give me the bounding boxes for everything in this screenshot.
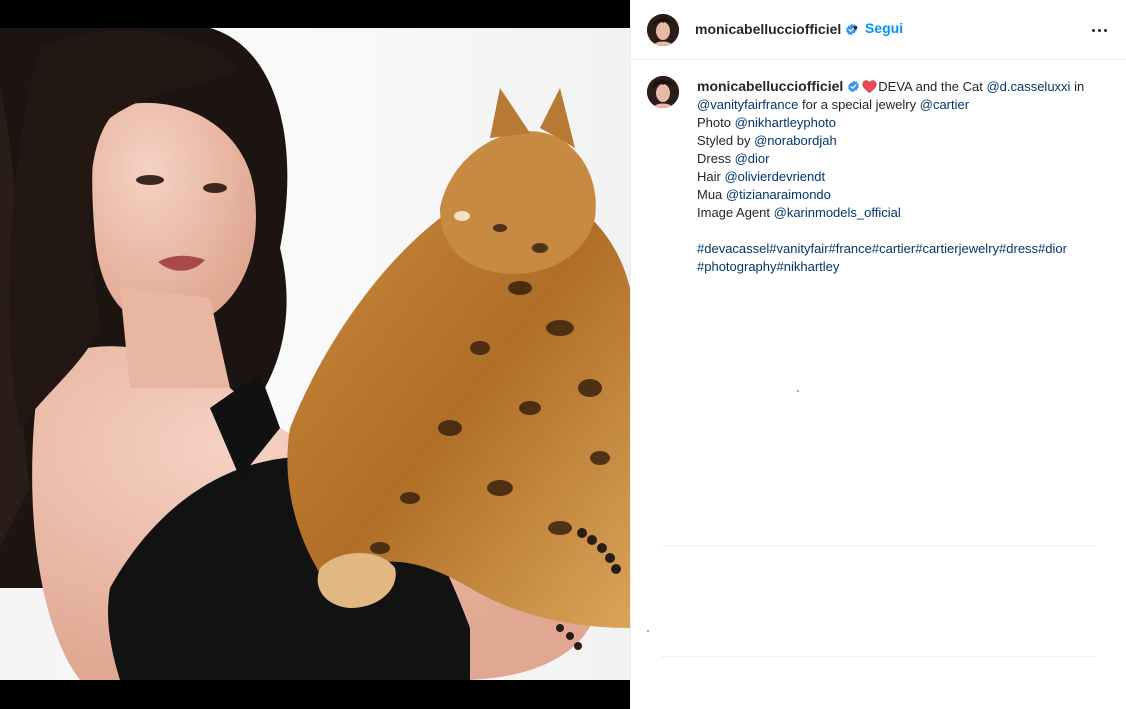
post-author-username[interactable]: monicabellucciofficiel <box>695 21 858 37</box>
caption-credit-hair: Hair @olivierdevriendt <box>697 168 1117 186</box>
post-media[interactable] <box>0 0 630 709</box>
caption-credit-mua: Mua @tizianaraimondo <box>697 186 1117 204</box>
post-photo[interactable] <box>0 28 630 680</box>
photo-illustration <box>0 28 630 680</box>
mention-link[interactable]: @karinmodels_official <box>774 205 901 220</box>
avatar-image <box>647 76 679 108</box>
credit-label: Image Agent <box>697 205 774 220</box>
caption-credit-photo: Photo @nikhartleyphoto <box>697 114 1117 132</box>
post-header: monicabellucciofficiel • Segui <box>631 0 1126 60</box>
caption-username[interactable]: monicabellucciofficiel <box>697 78 843 94</box>
avatar-image <box>647 14 679 46</box>
caption-credit-styled: Styled by @norabordjah <box>697 132 1117 150</box>
section-divider <box>661 656 1096 657</box>
caption-line-1: monicabellucciofficiel DEVA and the Cat @… <box>697 77 1117 96</box>
caption-credit-agent: Image Agent @karinmodels_official <box>697 204 1117 222</box>
mention-link[interactable]: @dior <box>735 151 770 166</box>
mention-link[interactable]: @tizianaraimondo <box>726 187 831 202</box>
caption-avatar[interactable] <box>647 76 679 108</box>
loading-dot <box>647 630 649 632</box>
avatar[interactable] <box>647 14 679 46</box>
credit-label: Dress <box>697 151 735 166</box>
mention-link[interactable]: @cartier <box>920 97 969 112</box>
caption-text: monicabellucciofficiel DEVA and the Cat @… <box>697 77 1117 276</box>
caption-text-segment: DEVA and the Cat <box>878 79 987 94</box>
post-side-panel: monicabellucciofficiel • Segui monicabel… <box>630 0 1126 709</box>
caption-line-2: @vanityfairfrance for a special jewelry … <box>697 96 1117 114</box>
credit-label: Styled by <box>697 133 755 148</box>
verified-badge-icon <box>847 80 860 93</box>
credit-label: Photo <box>697 115 735 130</box>
loading-dot <box>797 390 799 392</box>
mention-link[interactable]: @vanityfairfrance <box>697 97 798 112</box>
hashtags-line-2[interactable]: #photography#nikhartley <box>697 258 1117 276</box>
header-separator: • <box>853 19 858 35</box>
mention-link[interactable]: @norabordjah <box>754 133 837 148</box>
hashtags-line-1[interactable]: #devacassel#vanityfair#france#cartier#ca… <box>697 240 1117 258</box>
more-options-icon[interactable] <box>1087 18 1111 42</box>
mention-link[interactable]: @olivierdevriendt <box>724 169 825 184</box>
credit-label: Hair <box>697 169 725 184</box>
section-divider <box>661 546 1096 547</box>
caption-text-segment: for a special jewelry <box>798 97 920 112</box>
mention-link[interactable]: @nikhartleyphoto <box>735 115 836 130</box>
caption-text-segment: in <box>1070 79 1085 94</box>
follow-button[interactable]: Segui <box>865 20 903 36</box>
caption-credit-dress: Dress @dior <box>697 150 1117 168</box>
mention-link[interactable]: @d.casseluxxi <box>986 79 1070 94</box>
red-heart-icon <box>862 80 877 93</box>
credit-label: Mua <box>697 187 726 202</box>
post-caption: monicabellucciofficiel DEVA and the Cat @… <box>631 60 1126 546</box>
